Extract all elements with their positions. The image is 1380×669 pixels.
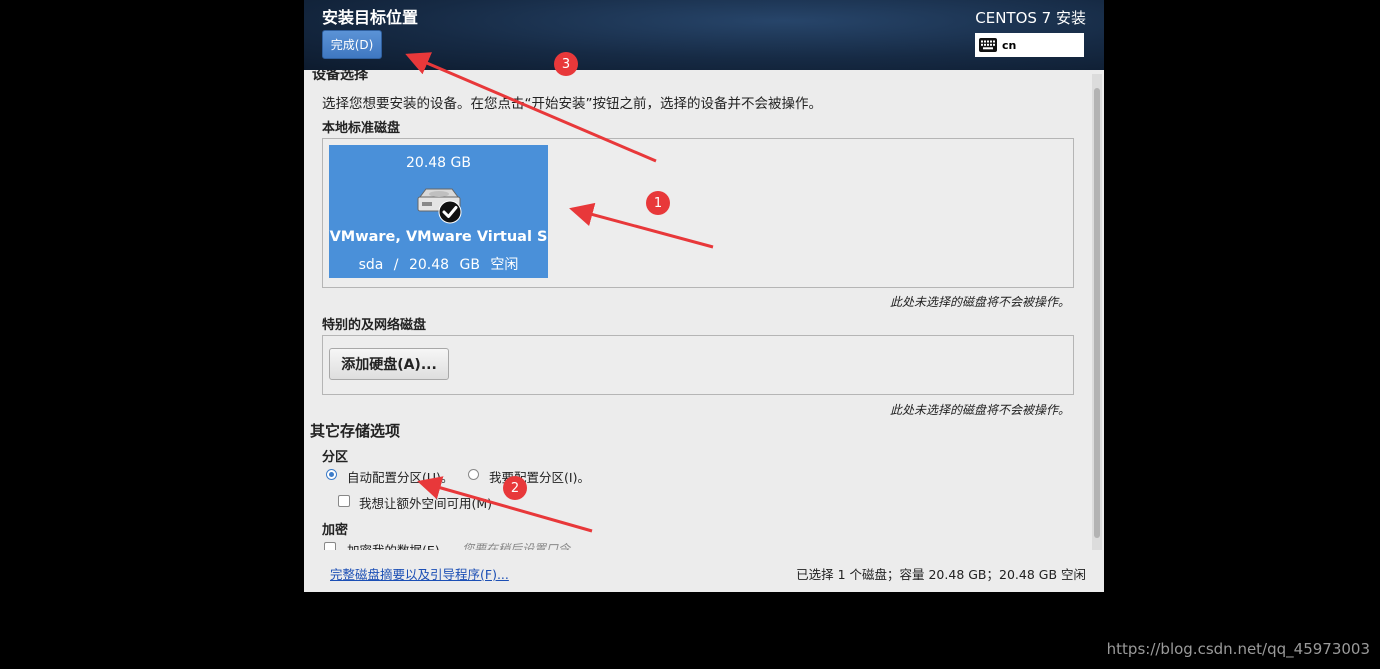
annotation-badge-2: 2 [503,476,527,500]
annotation-badge-3: 3 [554,52,578,76]
annotation-arrow-3 [405,52,657,163]
watermark: https://blog.csdn.net/qq_45973003 [1106,640,1370,658]
annotation-arrows [405,52,714,533]
annotation-badge-1: 1 [646,191,670,215]
annotation-arrow-1 [569,202,714,249]
